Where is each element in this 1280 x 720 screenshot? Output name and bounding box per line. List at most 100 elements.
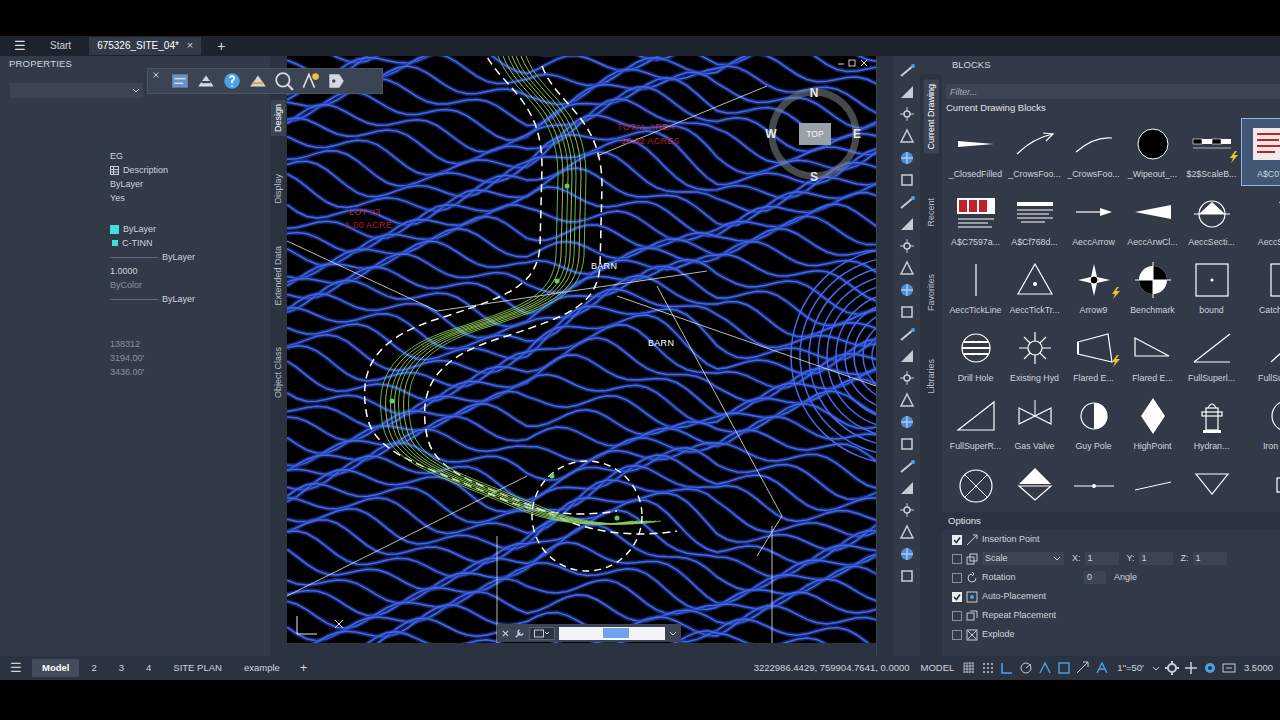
block-tile[interactable]: A$C7597a... (946, 186, 1005, 254)
block-tile[interactable]: AeccS (1241, 186, 1280, 254)
isometric-icon[interactable] (1038, 661, 1052, 675)
block-tile[interactable]: A$Cf768d... (1005, 186, 1064, 254)
block-tile[interactable] (1241, 458, 1280, 512)
block-preview[interactable] (1072, 255, 1116, 305)
property-text[interactable]: ByLayer (162, 294, 195, 305)
block-name[interactable]: FullSuperR... (950, 441, 1001, 453)
block-preview[interactable] (1072, 391, 1116, 441)
option-label[interactable]: Explode (982, 629, 1015, 640)
block-tile[interactable]: Existing Hyd (1005, 322, 1064, 390)
globe-icon[interactable] (899, 260, 915, 276)
viewcube-direction[interactable]: S (810, 170, 818, 184)
block-name[interactable]: Hydran... (1194, 441, 1230, 453)
rectangle-icon[interactable] (899, 238, 915, 254)
block-name[interactable]: FullSu (1258, 373, 1280, 385)
draw-icon[interactable] (899, 458, 915, 474)
block-preview[interactable] (1013, 255, 1057, 305)
property-value[interactable]: ByColor (110, 278, 270, 292)
block-name[interactable]: AeccTickTr... (1009, 305, 1059, 317)
draw-icon[interactable] (899, 194, 915, 210)
option-label[interactable]: Scale (985, 553, 1008, 564)
property-text[interactable]: 138312 (110, 339, 140, 350)
layout-tab[interactable]: example (234, 659, 290, 677)
quick-select-icon[interactable] (300, 71, 320, 91)
help-icon[interactable] (222, 71, 242, 91)
filter-input[interactable] (946, 84, 1280, 99)
block-preview[interactable] (1072, 459, 1116, 509)
block-preview[interactable] (1072, 119, 1116, 169)
block-name[interactable]: A$C07 (1257, 169, 1280, 181)
tag-icon[interactable] (326, 71, 346, 91)
block-preview[interactable] (1249, 459, 1280, 509)
window-controls-icon[interactable] (836, 58, 870, 68)
block-name[interactable]: _CrowsFoo... (1067, 169, 1119, 181)
block-name[interactable]: HighPoint (1133, 441, 1171, 453)
layer-icon[interactable] (196, 71, 216, 91)
property-value[interactable]: Description (110, 163, 270, 177)
block-name[interactable]: Drill Hole (958, 373, 994, 385)
property-text[interactable]: C-TINN (122, 238, 153, 249)
scale-field[interactable]: 1 (1193, 552, 1227, 565)
property-text[interactable]: Description (123, 165, 168, 176)
block-preview[interactable] (1131, 119, 1175, 169)
property-text[interactable]: ByLayer (110, 179, 143, 190)
block-tile[interactable]: $2$ScaleB... (1182, 118, 1241, 186)
block-tile[interactable]: AeccTickTr... (1005, 254, 1064, 322)
block-tile[interactable]: Catch (1241, 254, 1280, 322)
blocks-tab[interactable]: Recent (924, 194, 939, 231)
block-name[interactable]: _Wipeout_... (1128, 169, 1177, 181)
option-checkbox[interactable] (952, 535, 962, 545)
block-preview[interactable] (954, 187, 998, 237)
block-tile[interactable]: _CrowsFoo... (1064, 118, 1123, 186)
block-name[interactable]: AeccArwCl... (1127, 237, 1177, 249)
block-tile[interactable] (1005, 458, 1064, 512)
block-tile[interactable]: Flared E... (1123, 322, 1182, 390)
block-tile[interactable]: Flared E... (1064, 322, 1123, 390)
block-tile[interactable] (1123, 458, 1182, 512)
option-label[interactable]: Repeat Placement (982, 610, 1056, 621)
rectangle-icon[interactable] (899, 502, 915, 518)
block-preview[interactable] (1013, 391, 1057, 441)
hardware-icon[interactable] (1222, 661, 1236, 675)
ortho-icon[interactable] (1000, 661, 1014, 675)
block-name[interactable]: AeccArrow (1072, 237, 1115, 249)
property-value[interactable]: Yes (110, 191, 270, 205)
block-name[interactable]: bound (1199, 305, 1223, 317)
block-preview[interactable] (1249, 255, 1280, 305)
property-value[interactable]: ByLayer (110, 292, 270, 306)
property-value[interactable]: 3194.00' (110, 351, 270, 365)
block-tile[interactable] (1064, 458, 1123, 512)
property-text[interactable]: ByLayer (123, 224, 156, 235)
new-tab-button[interactable]: + (211, 38, 231, 55)
zoom-icon[interactable] (274, 71, 294, 91)
property-text[interactable]: ByColor (110, 280, 142, 291)
snap-icon[interactable] (899, 172, 915, 188)
block-tile[interactable]: Iron (1241, 390, 1280, 458)
option-checkbox[interactable] (952, 630, 962, 640)
property-value[interactable]: 3436.00' (110, 365, 270, 379)
block-name[interactable]: AeccSecti... (1188, 237, 1234, 249)
block-tile[interactable]: AeccSecti... (1182, 186, 1241, 254)
annotation-scale[interactable]: 1"=50' (1114, 662, 1147, 673)
block-tile[interactable]: _ClosedFilled (946, 118, 1005, 186)
block-tile[interactable]: Gas Valve (1005, 390, 1064, 458)
layout-tab[interactable]: Model (32, 659, 79, 677)
block-tile[interactable]: Drill Hole (946, 322, 1005, 390)
menu-button[interactable]: ☰ (8, 660, 30, 676)
snap-icon[interactable] (899, 304, 915, 320)
lineweight-value[interactable]: 3.5000 (1241, 662, 1276, 673)
block-preview[interactable] (1190, 119, 1234, 169)
property-value[interactable]: 1.0000 (110, 264, 270, 278)
new-layout-button[interactable]: + (292, 660, 316, 676)
line-icon[interactable] (899, 216, 915, 232)
block-tile[interactable]: HighPoint (1123, 390, 1182, 458)
viewcube-top[interactable]: TOP (799, 123, 831, 145)
property-value[interactable]: ByLayer (110, 177, 270, 191)
scale-field[interactable]: 1 (1085, 552, 1119, 565)
menu-button[interactable]: ☰ (8, 38, 32, 54)
field-value[interactable]: 1 (1088, 553, 1093, 564)
close-tab-button[interactable]: × (187, 39, 193, 52)
plus-icon[interactable] (1184, 661, 1198, 675)
gear-icon[interactable] (1165, 661, 1179, 675)
grid-icon[interactable] (962, 661, 976, 675)
